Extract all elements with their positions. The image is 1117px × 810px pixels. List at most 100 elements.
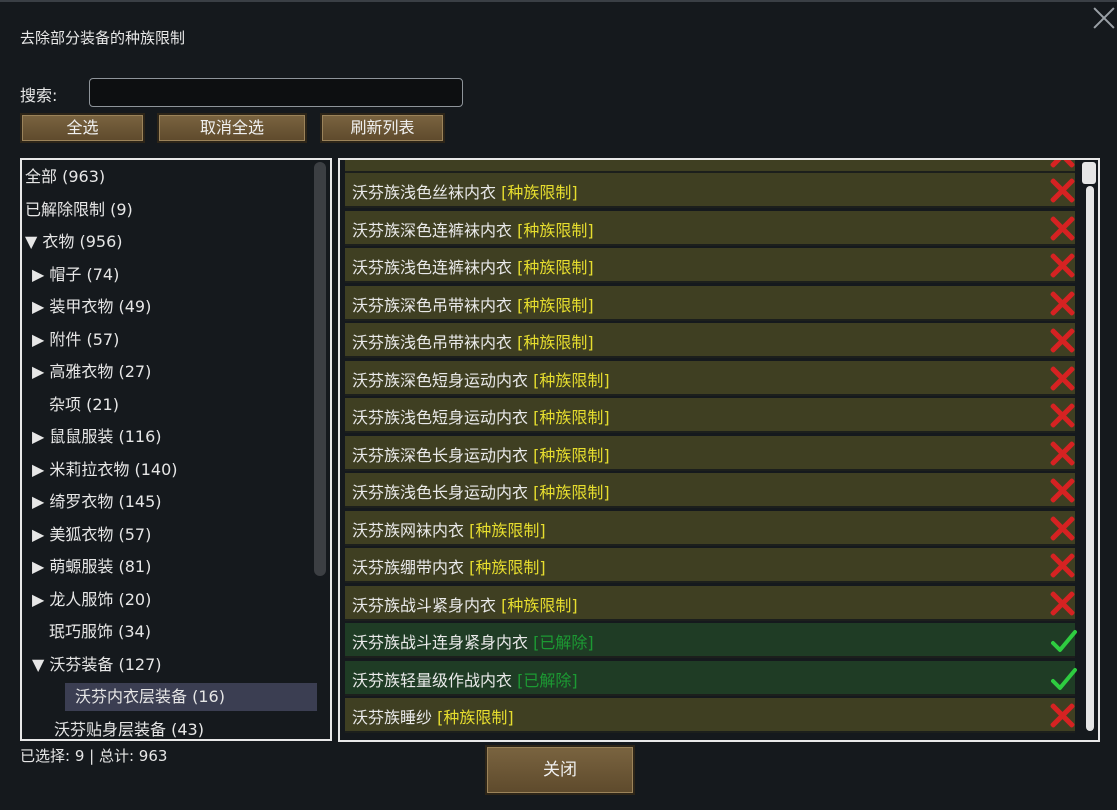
restricted-x-icon[interactable]: [1050, 328, 1075, 353]
refresh-list-button[interactable]: 刷新列表: [320, 113, 445, 143]
list-item[interactable]: 沃芬族浅色丝袜内衣 [种族限制]: [345, 173, 1075, 208]
deselect-all-button[interactable]: 取消全选: [157, 113, 307, 143]
restricted-x-icon[interactable]: [1050, 216, 1075, 241]
restricted-tag: [种族限制]: [517, 295, 594, 315]
item-name: 沃芬族浅色长身运动内衣 [种族限制]: [352, 479, 610, 503]
list-scrollbar[interactable]: [1086, 186, 1094, 731]
restricted-x-icon[interactable]: [1050, 553, 1075, 578]
item-name: 沃芬族浅色丝袜内衣 [种族限制]: [352, 179, 578, 203]
tree-item[interactable]: ▶ 鼠鼠服装 (116): [32, 423, 162, 451]
list-item[interactable]: 沃芬族绷带内衣 [种族限制]: [345, 548, 1075, 583]
list-item[interactable]: 沃芬族网袜内衣 [种族限制]: [345, 510, 1075, 546]
tree-item[interactable]: 杂项 (21): [49, 391, 119, 419]
tree-item[interactable]: ▶ 萌螈服装 (81): [32, 553, 151, 581]
tree-item[interactable]: 珉巧服饰 (34): [49, 618, 151, 646]
tree-item[interactable]: ▶ 高雅衣物 (27): [32, 358, 151, 386]
list-item[interactable]: 沃芬族浅色连裤袜内衣 [种族限制]: [345, 248, 1075, 283]
search-label: 搜索:: [20, 86, 58, 105]
tree-item[interactable]: 沃芬贴身层装备 (43): [54, 716, 204, 740]
list-item-partial[interactable]: [345, 160, 1075, 173]
item-label: 沃芬族战斗连身紧身内衣: [352, 633, 529, 652]
item-name: 沃芬族深色长身运动内衣 [种族限制]: [352, 442, 610, 466]
item-name: 沃芬族深色连裤袜内衣 [种族限制]: [352, 217, 594, 241]
item-name: 沃芬族绷带内衣 [种族限制]: [352, 554, 546, 578]
restricted-x-icon[interactable]: [1050, 591, 1075, 616]
list-item[interactable]: 沃芬族睡纱 [种族限制]: [345, 698, 1075, 733]
item-list: 沃芬族浅色丝袜内衣 [种族限制] 沃芬族深色连裤袜内衣 [种族限制] 沃芬族浅色连裤…: [338, 158, 1100, 742]
restricted-tag: [种族限制]: [533, 445, 610, 465]
selection-status: 已选择: 9 | 总计: 963: [20, 747, 168, 765]
category-tree: 全部 (963) 已解除限制 (9) ▼ 衣物 (956) ▶ 帽子 (74) ▶ 装甲…: [20, 158, 332, 741]
restricted-tag: [种族限制]: [437, 708, 514, 727]
tree-item[interactable]: ▶ 装甲衣物 (49): [32, 293, 151, 321]
checkmark-icon[interactable]: [1051, 629, 1077, 653]
restricted-x-icon[interactable]: [1050, 703, 1075, 728]
item-name: 沃芬族浅色短身运动内衣 [种族限制]: [352, 404, 610, 428]
item-label: 沃芬族深色长身运动内衣: [352, 445, 529, 465]
item-label: 沃芬族睡纱: [352, 708, 433, 727]
restricted-tag: [种族限制]: [533, 370, 610, 390]
tree-item[interactable]: ▶ 米莉拉衣物 (140): [32, 456, 178, 484]
item-name: 沃芬族战斗紧身内衣 [种族限制]: [352, 592, 578, 616]
restricted-tag: [种族限制]: [533, 408, 610, 427]
restricted-tag: [种族限制]: [517, 258, 594, 277]
list-item[interactable]: 沃芬族深色长身运动内衣 [种族限制]: [345, 435, 1075, 471]
list-item[interactable]: 沃芬族浅色长身运动内衣 [种族限制]: [345, 473, 1075, 508]
item-label: 沃芬族轻量级作战内衣: [352, 670, 513, 690]
list-item[interactable]: 沃芬族轻量级作战内衣 [已解除]: [345, 660, 1077, 696]
restricted-x-icon[interactable]: [1050, 516, 1075, 541]
list-item[interactable]: 沃芬族战斗连身紧身内衣 [已解除]: [345, 623, 1077, 658]
tree-item[interactable]: 沃芬内衣层装备 (16): [65, 683, 317, 711]
item-name: 沃芬族网袜内衣 [种族限制]: [352, 517, 546, 541]
restricted-x-icon: [1050, 160, 1075, 168]
dialog-window: 去除部分装备的种族限制 搜索: 全选 取消全选 刷新列表 全部 (963) 已解除…: [0, 0, 1117, 810]
tree-item[interactable]: ▶ 龙人服饰 (20): [32, 586, 151, 614]
list-item[interactable]: 沃芬族深色连裤袜内衣 [种族限制]: [345, 210, 1075, 246]
item-label: 沃芬族浅色连裤袜内衣: [352, 258, 513, 277]
item-label: 沃芬族网袜内衣: [352, 520, 465, 540]
restricted-x-icon[interactable]: [1050, 178, 1075, 203]
restricted-tag: [种族限制]: [501, 183, 578, 202]
item-name: 沃芬族深色短身运动内衣 [种族限制]: [352, 367, 610, 391]
item-label: 沃芬族浅色吊带袜内衣: [352, 333, 513, 352]
item-label: 沃芬族浅色丝袜内衣: [352, 183, 497, 202]
restricted-x-icon[interactable]: [1050, 478, 1075, 503]
restricted-x-icon[interactable]: [1050, 403, 1075, 428]
search-input[interactable]: [89, 78, 463, 107]
list-item[interactable]: 沃芬族浅色短身运动内衣 [种族限制]: [345, 398, 1075, 433]
list-item[interactable]: 沃芬族浅色吊带袜内衣 [种族限制]: [345, 323, 1075, 358]
dialog-title: 去除部分装备的种族限制: [20, 29, 186, 47]
tree-item[interactable]: ▶ 美狐衣物 (57): [32, 521, 151, 549]
close-icon[interactable]: [1092, 6, 1116, 30]
list-item[interactable]: 沃芬族深色吊带袜内衣 [种族限制]: [345, 285, 1075, 321]
tree-item[interactable]: ▼ 沃芬装备 (127): [32, 651, 162, 679]
item-name: 沃芬族深色吊带袜内衣 [种族限制]: [352, 292, 594, 316]
unlocked-tag: [已解除]: [533, 633, 594, 652]
item-label: 沃芬族绷带内衣: [352, 558, 465, 577]
checkmark-icon[interactable]: [1051, 667, 1077, 691]
list-item[interactable]: 沃芬族战斗紧身内衣 [种族限制]: [345, 585, 1075, 621]
tree-item[interactable]: ▼ 衣物 (956): [25, 228, 123, 256]
item-name: 沃芬族战斗连身紧身内衣 [已解除]: [352, 629, 594, 653]
list-item[interactable]: 沃芬族深色短身运动内衣 [种族限制]: [345, 360, 1075, 396]
tree-item[interactable]: ▶ 绮罗衣物 (145): [32, 488, 162, 516]
restricted-tag: [种族限制]: [469, 558, 546, 577]
tree-item[interactable]: ▶ 帽子 (74): [32, 261, 119, 289]
restricted-x-icon[interactable]: [1050, 253, 1075, 278]
tree-item[interactable]: 全部 (963): [25, 163, 105, 191]
restricted-tag: [种族限制]: [469, 520, 546, 540]
item-label: 沃芬族浅色长身运动内衣: [352, 483, 529, 502]
close-button[interactable]: 关闭: [485, 745, 635, 795]
tree-item[interactable]: 已解除限制 (9): [25, 196, 133, 224]
item-label: 沃芬族深色连裤袜内衣: [352, 220, 513, 240]
tree-item[interactable]: ▶ 附件 (57): [32, 326, 119, 354]
item-label: 沃芬族深色吊带袜内衣: [352, 295, 513, 315]
select-all-button[interactable]: 全选: [20, 113, 145, 143]
list-scroll-handle[interactable]: [1082, 162, 1096, 184]
item-name: 沃芬族浅色吊带袜内衣 [种族限制]: [352, 329, 594, 353]
restricted-x-icon[interactable]: [1050, 441, 1075, 466]
item-name: 沃芬族浅色连裤袜内衣 [种族限制]: [352, 254, 594, 278]
restricted-x-icon[interactable]: [1050, 291, 1075, 316]
tree-scrollbar[interactable]: [314, 162, 326, 576]
restricted-x-icon[interactable]: [1050, 366, 1075, 391]
